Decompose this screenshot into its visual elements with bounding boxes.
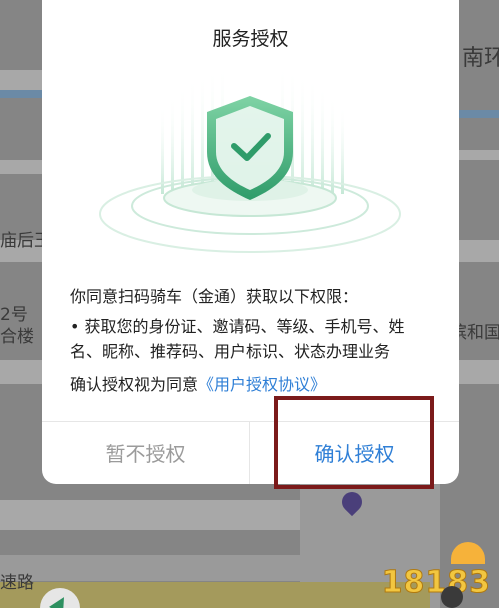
dialog-intro: 你同意扫码骑车（金通）获取以下权限： [70,287,359,306]
agreement-line: 确认授权视为同意《用户授权协议》 [70,372,326,398]
map-road [459,360,499,384]
shield-check-icon [99,64,401,253]
map-road [459,110,499,118]
map-road [0,160,42,174]
map-road [0,500,300,530]
highlight-box [274,396,434,489]
watermark: 18183 [381,565,491,601]
map-road [459,240,499,262]
map-road [0,360,42,384]
map-label: 南环 [462,46,499,71]
map-road [0,90,42,98]
permission-list: • 获取您的身份证、邀请码、等级、手机号、姓名、昵称、推荐码、用户标识、状态办理… [70,317,405,361]
watermark-logo-icon [451,542,485,564]
deny-button[interactable]: 暂不授权 [42,421,249,484]
dialog-title: 服务授权 [212,28,289,50]
map-road [459,150,499,160]
user-agreement-link[interactable]: 《用户授权协议》 [198,375,326,394]
map-road [0,555,430,581]
person-icon [441,586,463,608]
agreement-prefix: 确认授权视为同意 [70,375,199,394]
map-label: 合楼 [0,327,34,347]
map-label: 速路 [0,573,34,593]
